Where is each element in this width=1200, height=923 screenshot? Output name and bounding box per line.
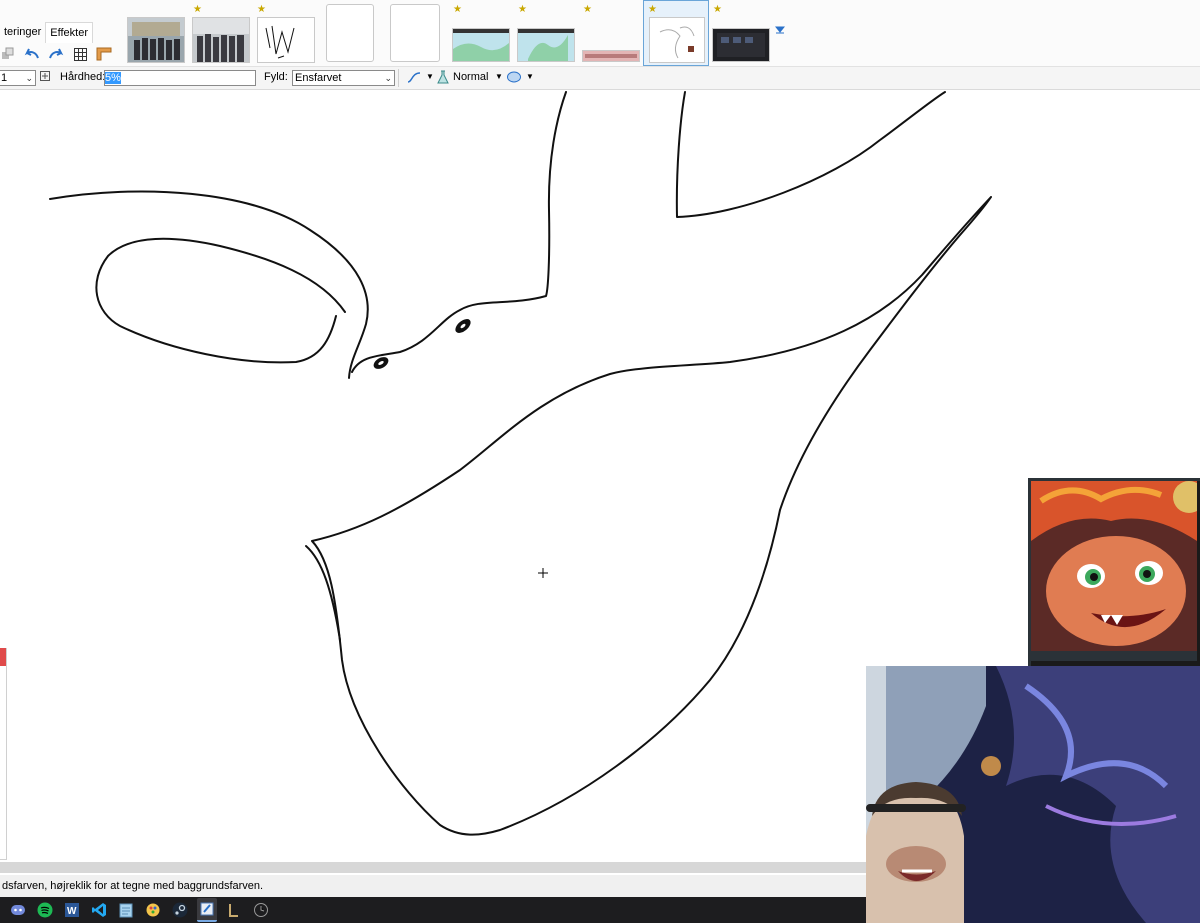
thumbnail-desktop-screenshot[interactable] [712,28,770,62]
thumbnail-current-drawing[interactable] [649,17,705,63]
redo-icon[interactable] [48,46,64,62]
separator [398,69,399,87]
thumbnail-photo-group-street[interactable] [192,17,250,63]
vscode-icon[interactable] [89,900,109,920]
star-icon: ★ [518,4,527,15]
brush-size-dropdown[interactable]: 1 ⌄ [0,70,36,86]
grid-icon[interactable] [72,46,88,62]
horizontal-scrollbar[interactable] [0,862,870,873]
ruler-icon[interactable] [96,46,112,62]
league-icon[interactable] [224,900,244,920]
spotify-icon[interactable] [35,900,55,920]
quick-toolbar [0,45,112,63]
hardness-input[interactable]: 5% [104,70,256,86]
brush-size-value: 1 [1,72,8,84]
fill-value: Ensfarvet [295,72,342,84]
discord-icon[interactable] [8,900,28,920]
chevron-down-icon[interactable]: ▼ [526,70,534,84]
star-icon: ★ [193,4,202,15]
thumbnail-photo-group-building[interactable] [127,17,185,63]
star-icon: ★ [713,4,722,15]
thumbnail-blank-canvas-2[interactable] [390,4,440,62]
paintdotnet-icon[interactable] [197,898,217,922]
hardness-value: 5% [105,72,121,84]
notepad-icon[interactable] [116,900,136,920]
clock-icon[interactable] [251,900,271,920]
hardness-label: Hårdhed: [60,71,106,83]
menu-bar: teringer Effekter [0,21,94,43]
fill-dropdown[interactable]: Ensfarvet ⌄ [292,70,395,86]
side-panel-header[interactable] [0,648,6,666]
chevron-down-icon: ⌄ [384,73,392,83]
thumbnail-sketch-strokes[interactable] [257,17,315,63]
side-panel-edge[interactable] [0,648,7,860]
chevron-down-icon: ⌄ [25,73,33,83]
layer-icon[interactable] [0,46,16,62]
thumbnail-strip-image[interactable] [582,50,640,62]
star-icon: ★ [648,4,657,15]
word-icon[interactable]: W [62,900,82,920]
paint-icon-2[interactable] [143,900,163,920]
star-icon: ★ [453,4,462,15]
thumbnail-map-view-1[interactable] [452,28,510,62]
chevron-down-icon[interactable]: ▼ [426,70,434,84]
thumbnails-scroll-down-icon[interactable] [774,26,786,36]
chevron-down-icon[interactable]: ▼ [495,70,503,84]
webcam-overlay [866,666,1200,923]
flask-icon[interactable] [437,70,449,84]
champion-portrait-overlay [1028,478,1200,670]
selection-mode-icon[interactable] [506,70,522,84]
steam-icon[interactable] [170,900,190,920]
star-icon: ★ [583,4,592,15]
svg-text:W: W [67,906,77,917]
thumbnail-blank-canvas-1[interactable] [326,4,374,62]
curve-icon[interactable] [406,70,422,84]
antialias-icon[interactable] [40,70,50,84]
status-text: dsfarven, højreklik for at tegne med bag… [2,880,264,892]
thumbnail-map-view-2[interactable] [517,28,575,62]
star-icon: ★ [257,4,266,15]
tool-options-bar: 1 ⌄ Hårdhed: 5% Fyld: Ensfarvet ⌄ ▼ Norm… [0,67,1200,90]
undo-icon[interactable] [24,46,40,62]
menu-item-adjustments[interactable]: teringer [0,26,45,38]
menu-item-effects[interactable]: Effekter [45,21,94,43]
fill-label: Fyld: [264,71,288,83]
blend-mode-label[interactable]: Normal [453,70,488,84]
status-bar: dsfarven, højreklik for at tegne med bag… [0,875,872,897]
